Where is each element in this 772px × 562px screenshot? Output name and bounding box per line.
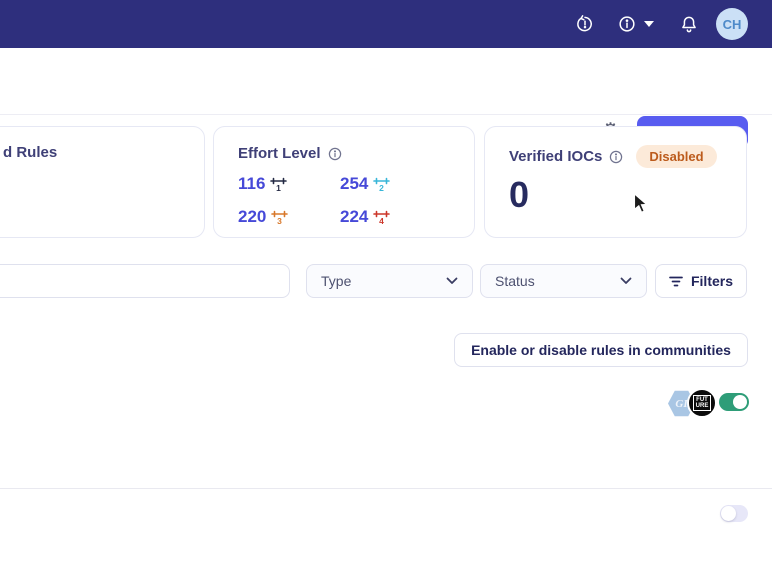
iocs-card-title: Verified IOCs <box>509 148 602 165</box>
effort-level-card: Effort Level 116 1 254 <box>213 126 475 238</box>
top-navbar: CH <box>0 0 772 48</box>
hex-avatar-text: GI <box>675 398 687 410</box>
filters-button[interactable]: Filters <box>655 264 747 298</box>
iocs-count: 0 <box>509 176 722 214</box>
effort-level-2-icon: 2 <box>373 177 390 192</box>
info-menu-icon[interactable] <box>617 14 637 34</box>
enable-disable-communities-button[interactable]: Enable or disable rules in communities <box>454 333 748 367</box>
toggle-knob <box>733 395 747 409</box>
chevron-down-icon <box>620 277 632 285</box>
chevron-down-icon[interactable] <box>644 21 654 28</box>
info-icon[interactable] <box>609 150 623 164</box>
chevron-down-icon <box>446 277 458 285</box>
status-select[interactable]: Status <box>480 264 647 298</box>
svg-text:4: 4 <box>380 216 385 225</box>
notifications-bell-icon[interactable] <box>679 14 699 34</box>
svg-text:3: 3 <box>278 216 283 225</box>
effort-level-3-icon: 3 <box>271 210 288 225</box>
effort-value-2: 254 <box>340 174 368 194</box>
svg-text:2: 2 <box>380 183 385 192</box>
svg-text:1: 1 <box>277 183 282 192</box>
effort-value-3: 220 <box>238 207 266 227</box>
rules-card: d Rules <box>0 126 205 238</box>
history-icon[interactable] <box>575 14 595 34</box>
effort-level-4-icon: 4 <box>373 210 390 225</box>
rules-card-title: d Rules <box>3 144 57 161</box>
user-avatar[interactable]: CH <box>716 8 748 40</box>
effort-stat-level-4: 224 4 <box>340 207 450 227</box>
verified-iocs-card: Verified IOCs Disabled 0 <box>484 126 747 238</box>
row-divider <box>0 488 772 489</box>
effort-stat-level-2: 254 2 <box>340 174 450 194</box>
disabled-status-badge: Disabled <box>636 145 716 168</box>
effort-stat-level-1: 116 1 <box>238 174 340 194</box>
type-select[interactable]: Type <box>306 264 473 298</box>
effort-card-title: Effort Level <box>238 145 321 162</box>
info-icon[interactable] <box>328 147 342 161</box>
community-circle-avatar[interactable]: FUT URE <box>687 388 717 418</box>
effort-value-1: 116 <box>238 174 265 194</box>
bottom-row-toggle[interactable] <box>720 505 748 522</box>
effort-stats: 116 1 254 2 220 <box>238 174 450 227</box>
filters-button-label: Filters <box>691 273 733 289</box>
page-header: ⚙ + New rule <box>0 48 772 115</box>
type-select-label: Type <box>321 273 351 289</box>
app-root: CH ⚙ + New rule d Rules Effort Level 116 <box>0 0 772 562</box>
toggle-knob <box>721 506 736 521</box>
effort-value-4: 224 <box>340 207 368 227</box>
circle-avatar-text: FUT URE <box>693 395 712 411</box>
effort-level-1-icon: 1 <box>270 177 287 192</box>
effort-stat-level-3: 220 3 <box>238 207 340 227</box>
community-rules-toggle[interactable] <box>719 393 749 411</box>
filter-lines-icon <box>669 276 683 287</box>
status-select-label: Status <box>495 273 535 289</box>
search-input[interactable] <box>0 264 290 298</box>
